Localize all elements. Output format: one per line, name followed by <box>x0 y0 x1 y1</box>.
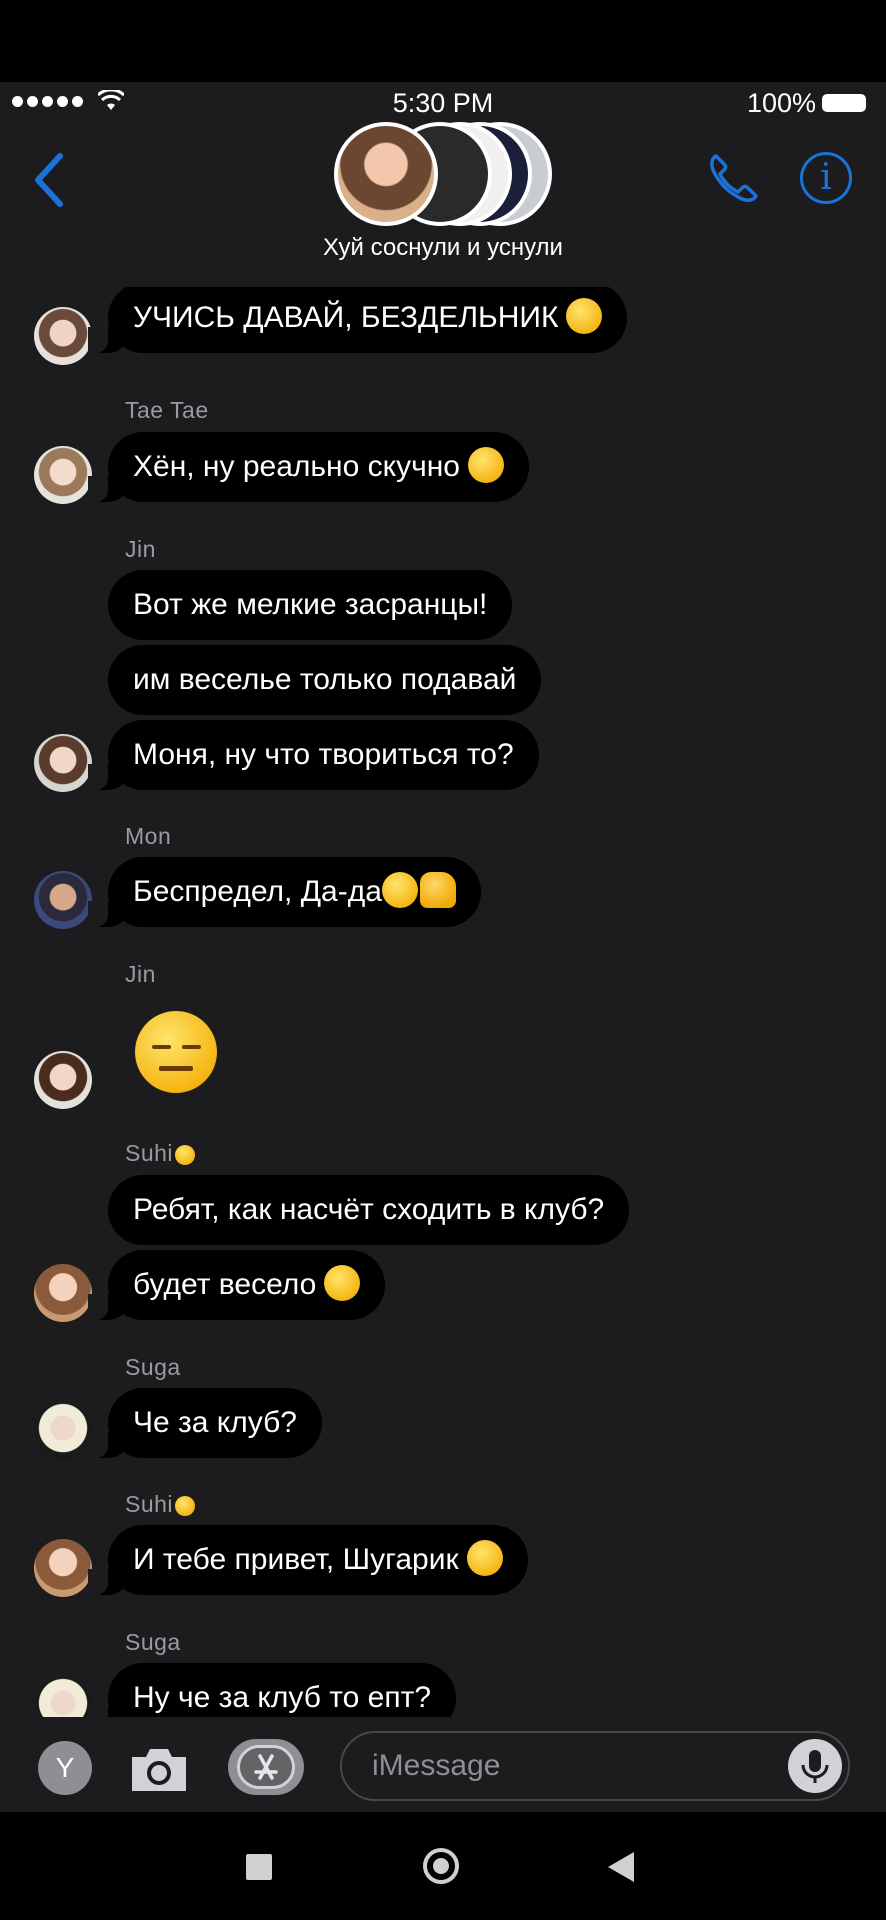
message-text: Вот же мелкие засранцы! <box>133 588 488 621</box>
sender-name: Suhi <box>125 1491 196 1518</box>
app-store-button[interactable] <box>228 1739 304 1795</box>
message-bubble[interactable]: Вот же мелкие засранцы! <box>108 570 513 640</box>
unamused-face-icon <box>466 1540 503 1577</box>
message-bubble[interactable]: УЧИСЬ ДАВАЙ, БЕЗДЕЛЬНИК <box>87 287 628 353</box>
camera-icon[interactable] <box>128 1745 190 1793</box>
home-button[interactable] <box>423 1848 459 1884</box>
message-bubble[interactable]: Беспредел, Да-да <box>88 857 481 927</box>
input-placeholder: iMessage <box>372 1749 501 1782</box>
winking-face-icon <box>324 1265 361 1302</box>
microphone-icon[interactable] <box>788 1739 842 1793</box>
message-text: Беспредел, Да-да <box>133 875 382 908</box>
message-bubble[interactable]: Ребят, как насчёт сходить в клуб? <box>108 1175 630 1245</box>
group-avatar-stack[interactable] <box>332 122 554 226</box>
battery-percent: 100% <box>746 88 816 118</box>
message-text: Че за клуб? <box>133 1406 297 1439</box>
sender-name: Tae Tae <box>125 397 209 423</box>
sender-avatar[interactable] <box>34 307 92 365</box>
message-bubble[interactable]: им веселье только подавай <box>108 645 542 715</box>
app-store-icon <box>237 1745 295 1789</box>
zany-face-icon <box>175 1144 196 1165</box>
message-text: будет весело <box>133 1268 317 1301</box>
status-bar: 5:30 PM 100% <box>0 82 886 122</box>
y-app-button[interactable]: Y <box>38 1741 92 1795</box>
message-text: УЧИСЬ ДАВАЙ, БЕЗДЕЛЬНИК <box>133 301 559 334</box>
phone-icon[interactable] <box>706 150 762 206</box>
sender-avatar[interactable] <box>34 871 92 929</box>
sender-avatar[interactable] <box>34 1539 92 1597</box>
sender-name: Jin <box>125 536 156 562</box>
sender-name: Mon <box>125 823 172 849</box>
message-text: им веселье только подавай <box>133 663 517 696</box>
message-bubble[interactable]: будет весело <box>87 1250 386 1320</box>
sender-avatar[interactable] <box>34 1051 92 1109</box>
thumbs-up-icon <box>419 872 456 909</box>
message-text: Ребят, как насчёт сходить в клуб? <box>133 1193 605 1226</box>
sender-avatar[interactable] <box>34 734 92 792</box>
sender-name: Suhi <box>125 1140 196 1167</box>
message-bubble[interactable]: Моня, ну что твориться то? <box>88 720 539 790</box>
message-composer: Y iMessage <box>0 1717 886 1812</box>
message-bubble[interactable]: И тебе привет, Шугарик <box>88 1525 528 1595</box>
message-text: И тебе привет, Шугарик <box>133 1543 459 1576</box>
member-avatar <box>334 122 438 226</box>
message-bubble[interactable]: Хён, ну реально скучно <box>88 432 529 502</box>
group-name[interactable]: Хуй соснули и уснули <box>0 234 886 262</box>
sender-avatar[interactable] <box>34 1677 92 1717</box>
message-bubble[interactable]: Че за клуб? <box>88 1388 322 1458</box>
info-icon[interactable]: i <box>800 152 852 204</box>
recents-button[interactable] <box>246 1854 272 1880</box>
monocle-face-icon <box>566 298 603 335</box>
grinning-face-icon <box>381 872 418 909</box>
sender-avatar[interactable] <box>34 1264 92 1322</box>
zany-face-icon <box>175 1495 196 1516</box>
sender-avatar[interactable] <box>34 1402 92 1460</box>
battery-icon <box>822 94 866 112</box>
sender-name: Jin <box>125 961 156 987</box>
sender-name: Suga <box>125 1354 181 1380</box>
sender-avatar[interactable] <box>34 446 92 504</box>
imessage-input[interactable]: iMessage <box>340 1731 850 1801</box>
message-text: Хён, ну реально скучно <box>133 450 460 483</box>
message-text: Моня, ну что твориться то? <box>133 738 514 771</box>
message-list[interactable]: УЧИСЬ ДАВАЙ, БЕЗДЕЛЬНИК Tae Tae Хён, ну … <box>0 287 886 1717</box>
conversation-header: Хуй соснули и уснули i <box>0 122 886 288</box>
back-chevron-icon[interactable] <box>30 150 70 210</box>
expressionless-face-icon[interactable] <box>135 1011 217 1093</box>
smirking-face-icon <box>467 447 504 484</box>
android-nav-bar <box>0 1812 886 1920</box>
top-black-band <box>0 0 886 82</box>
message-bubble[interactable]: Ну че за клуб то епт? <box>87 1663 457 1717</box>
back-button[interactable] <box>608 1852 634 1882</box>
message-text: Ну че за клуб то епт? <box>133 1681 432 1714</box>
sender-name: Suga <box>125 1629 181 1655</box>
